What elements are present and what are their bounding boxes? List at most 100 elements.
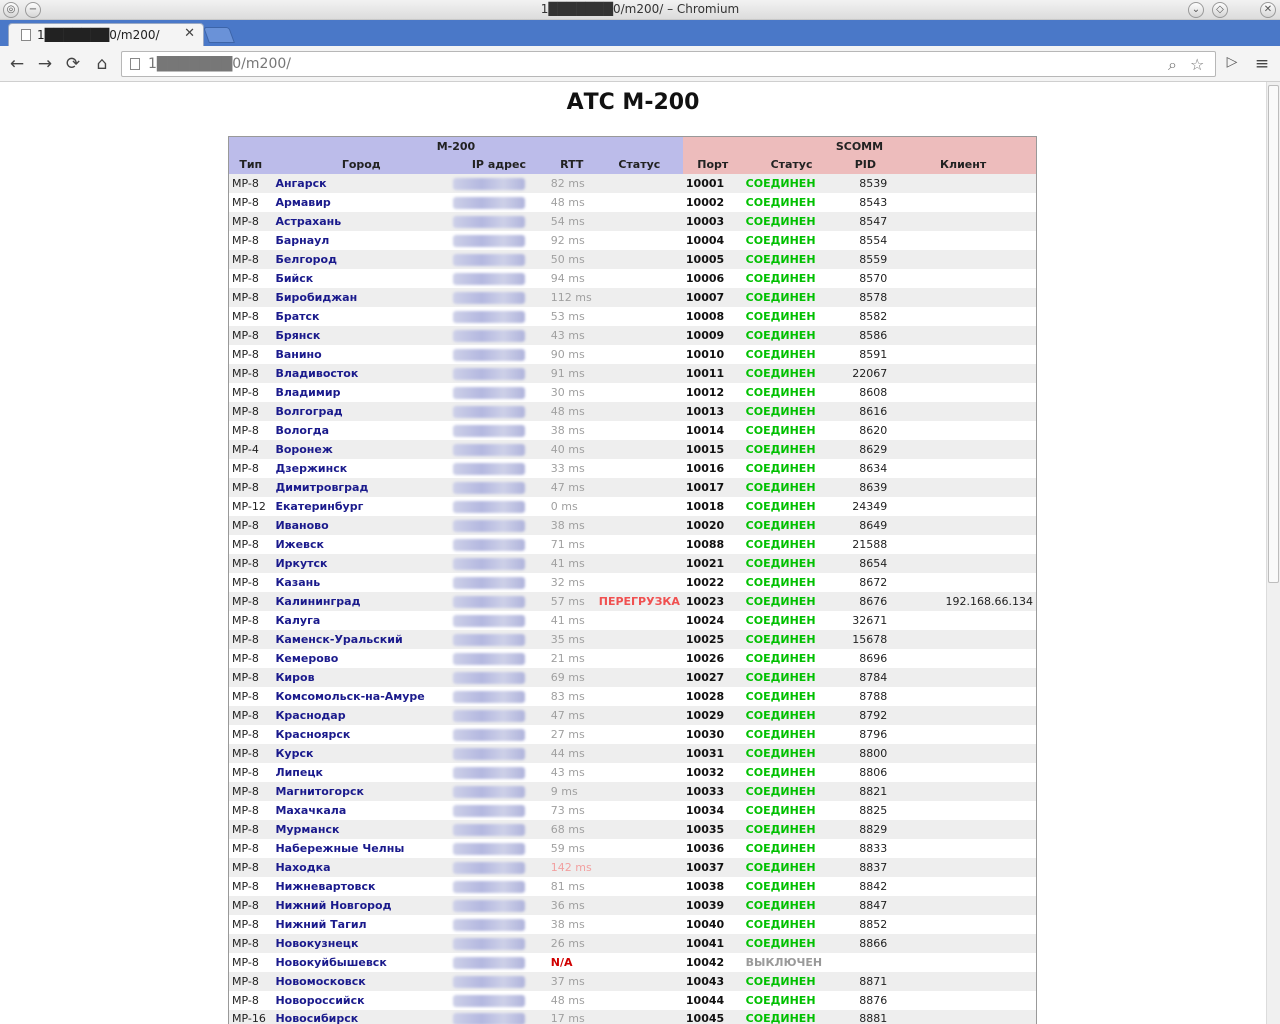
extension-icon[interactable]: ▷: [1222, 54, 1242, 74]
cell-client: [890, 839, 1036, 858]
cell-scomm-status: СОЕДИНЕН: [745, 252, 816, 266]
city-link[interactable]: Ванино: [275, 348, 321, 361]
city-link[interactable]: Новороссийск: [275, 994, 364, 1007]
city-link[interactable]: Армавир: [275, 196, 330, 209]
city-link[interactable]: Кемерово: [275, 652, 338, 665]
cell-city: Иваново: [272, 516, 450, 535]
city-link[interactable]: Нижний Тагил: [275, 918, 366, 931]
city-link[interactable]: Новокуйбышевск: [275, 956, 386, 969]
vertical-scrollbar[interactable]: [1266, 82, 1280, 1024]
minimize-button[interactable]: ⌄: [1188, 2, 1204, 18]
back-arrow-icon[interactable]: ←: [7, 54, 27, 74]
city-link[interactable]: Барнаул: [275, 234, 329, 247]
redacted-ip: [453, 633, 526, 646]
cell-pid: 8852: [859, 917, 888, 931]
city-link[interactable]: Калуга: [275, 614, 320, 627]
city-link[interactable]: Новокузнецк: [275, 937, 358, 950]
table-row: MP-8 Новомосковск 37 ms 10043 СОЕДИНЕН 8871: [228, 971, 1037, 991]
cell-pid: 8591: [859, 347, 888, 361]
cell-scomm-status: СОЕДИНЕН: [745, 708, 816, 722]
cell-rtt: 0 ms: [550, 499, 578, 513]
city-link[interactable]: Мурманск: [275, 823, 339, 836]
cell-pid: 8876: [859, 993, 888, 1007]
city-link[interactable]: Димитровград: [275, 481, 368, 494]
cell-ip: [450, 478, 548, 497]
city-link[interactable]: Владимир: [275, 386, 340, 399]
cell-client: [890, 573, 1036, 592]
cell-port: 10016: [685, 461, 725, 475]
city-link[interactable]: Нижний Новгород: [275, 899, 391, 912]
cell-ip: [450, 668, 548, 687]
cell-rtt: 38 ms: [550, 518, 585, 532]
cell-port: 10027: [685, 670, 725, 684]
city-link[interactable]: Калининград: [275, 595, 360, 608]
city-link[interactable]: Комсомольск-на-Амуре: [275, 690, 424, 703]
home-icon[interactable]: ⌂: [92, 54, 112, 74]
city-link[interactable]: Биробиджан: [275, 291, 357, 304]
city-link[interactable]: Астрахань: [275, 215, 341, 228]
cell-pid: 21588: [852, 537, 888, 551]
city-link[interactable]: Казань: [275, 576, 320, 589]
redacted-ip: [453, 1013, 526, 1024]
city-link[interactable]: Находка: [275, 861, 330, 874]
city-link[interactable]: Ангарск: [275, 177, 326, 190]
new-tab-button[interactable]: [203, 27, 235, 43]
close-window-button[interactable]: ✕: [1260, 2, 1276, 18]
city-link[interactable]: Бийск: [275, 272, 313, 285]
city-link[interactable]: Волгоград: [275, 405, 342, 418]
city-link[interactable]: Иркутск: [275, 557, 327, 570]
city-link[interactable]: Воронеж: [275, 443, 332, 456]
city-link[interactable]: Каменск-Уральский: [275, 633, 402, 646]
city-link[interactable]: Новосибирск: [275, 1012, 358, 1024]
cell-ip: [450, 611, 548, 630]
city-link[interactable]: Киров: [275, 671, 314, 684]
cell-port: 10014: [685, 423, 725, 437]
table-row: MP-8 Брянск 43 ms 10009 СОЕДИНЕН 8586: [228, 325, 1037, 345]
address-bar[interactable]: ⌕ ☆: [121, 51, 1216, 77]
city-link[interactable]: Иваново: [275, 519, 328, 532]
city-link[interactable]: Нижневартовск: [275, 880, 375, 893]
redacted-ip: [453, 329, 526, 342]
cell-pid: 8616: [859, 404, 888, 418]
cell-status: [596, 288, 683, 307]
cell-ip: [450, 326, 548, 345]
cell-ip: [450, 915, 548, 934]
maximize-button[interactable]: ◇: [1212, 2, 1228, 18]
table-row: MP-8 Нижневартовск 81 ms 10038 СОЕДИНЕН 8842: [228, 876, 1037, 896]
url-input[interactable]: [148, 55, 1148, 73]
city-link[interactable]: Курск: [275, 747, 313, 760]
city-link[interactable]: Ижевск: [275, 538, 324, 551]
city-link[interactable]: Вологда: [275, 424, 329, 437]
city-link[interactable]: Магнитогорск: [275, 785, 364, 798]
city-link[interactable]: Краснодар: [275, 709, 345, 722]
city-link[interactable]: Новомосковск: [275, 975, 365, 988]
cell-ip: [450, 250, 548, 269]
tab-close-icon[interactable]: ✕: [184, 26, 195, 41]
reload-icon[interactable]: ⟳: [63, 54, 83, 74]
city-link[interactable]: Красноярск: [275, 728, 350, 741]
cell-rtt: 47 ms: [550, 708, 585, 722]
cell-scomm-status: ВЫКЛЮЧЕН: [745, 955, 823, 969]
city-link[interactable]: Махачкала: [275, 804, 346, 817]
city-link[interactable]: Липецк: [275, 766, 323, 779]
cell-client: [890, 174, 1036, 193]
city-link[interactable]: Владивосток: [275, 367, 358, 380]
cell-client: [890, 725, 1036, 744]
cell-city: Набережные Челны: [272, 839, 450, 858]
browser-tab[interactable]: 1███████0/m200/ ✕: [8, 23, 204, 46]
forward-arrow-icon[interactable]: →: [35, 54, 55, 74]
search-icon[interactable]: ⌕: [1168, 55, 1177, 75]
scrollbar-thumb[interactable]: [1268, 85, 1279, 583]
city-link[interactable]: Белгород: [275, 253, 337, 266]
menu-icon[interactable]: ≡: [1252, 54, 1272, 74]
cell-client: [890, 1010, 1036, 1024]
table-row: MP-8 Нижний Новгород 36 ms 10039 СОЕДИНЕН 884…: [228, 895, 1037, 915]
cell-status: [596, 630, 683, 649]
cell-city: Новомосковск: [272, 972, 450, 991]
city-link[interactable]: Дзержинск: [275, 462, 347, 475]
city-link[interactable]: Екатеринбург: [275, 500, 363, 513]
city-link[interactable]: Набережные Челны: [275, 842, 404, 855]
city-link[interactable]: Братск: [275, 310, 319, 323]
bookmark-star-icon[interactable]: ☆: [1190, 55, 1204, 74]
city-link[interactable]: Брянск: [275, 329, 320, 342]
